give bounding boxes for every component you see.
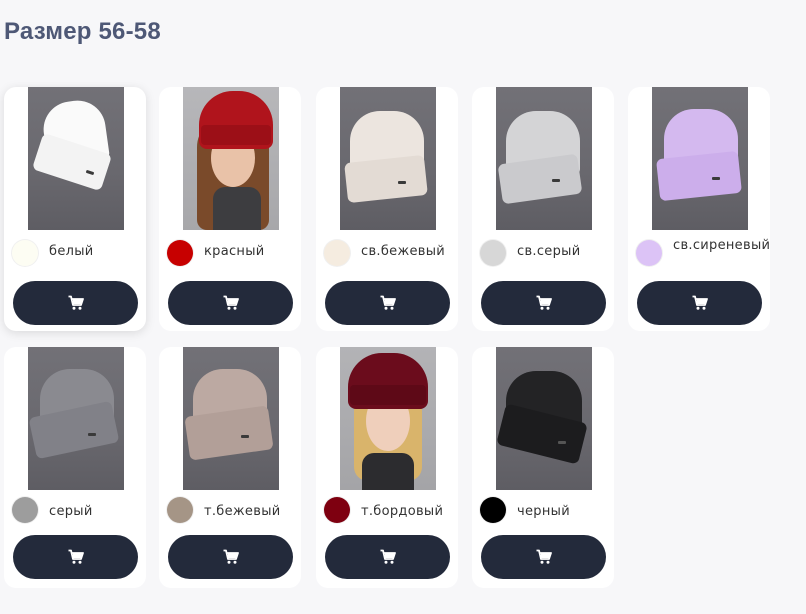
page-title: Размер 56-58 <box>4 18 161 45</box>
shopping-cart-icon <box>68 549 84 564</box>
product-photo[interactable] <box>183 87 279 230</box>
add-to-cart-button[interactable] <box>325 535 450 579</box>
product-card[interactable]: св.сиреневый <box>628 87 770 331</box>
color-swatch[interactable] <box>480 497 506 523</box>
shopping-cart-icon <box>223 295 239 310</box>
color-name: серый <box>49 504 93 519</box>
add-to-cart-button[interactable] <box>481 281 606 325</box>
shopping-cart-icon <box>380 549 396 564</box>
color-swatch[interactable] <box>324 240 350 266</box>
color-swatch[interactable] <box>167 497 193 523</box>
product-card[interactable]: красный <box>159 87 301 331</box>
shopping-cart-icon <box>536 295 552 310</box>
color-swatch[interactable] <box>12 240 38 266</box>
add-to-cart-button[interactable] <box>13 535 138 579</box>
product-card[interactable]: серый <box>4 347 146 588</box>
shopping-cart-icon <box>223 549 239 564</box>
color-name: черный <box>517 504 570 519</box>
color-name: т.бежевый <box>204 504 281 519</box>
color-swatch[interactable] <box>480 240 506 266</box>
shopping-cart-icon <box>692 295 708 310</box>
color-name: красный <box>204 244 265 259</box>
product-photo[interactable] <box>496 87 592 230</box>
color-name: т.бордовый <box>361 504 444 519</box>
color-name: св.бежевый <box>361 244 446 259</box>
product-photo[interactable] <box>340 87 436 230</box>
product-card[interactable]: т.бордовый <box>316 347 458 588</box>
product-photo[interactable] <box>340 347 436 490</box>
product-card[interactable]: св.серый <box>472 87 614 331</box>
color-swatch[interactable] <box>636 240 662 266</box>
color-name: белый <box>49 244 94 259</box>
shopping-cart-icon <box>536 549 552 564</box>
product-photo[interactable] <box>28 347 124 490</box>
product-card[interactable]: св.бежевый <box>316 87 458 331</box>
add-to-cart-button[interactable] <box>168 281 293 325</box>
color-swatch[interactable] <box>324 497 350 523</box>
product-card[interactable]: белый <box>4 87 146 331</box>
product-photo[interactable] <box>652 87 748 230</box>
product-card[interactable]: т.бежевый <box>159 347 301 588</box>
add-to-cart-button[interactable] <box>168 535 293 579</box>
add-to-cart-button[interactable] <box>637 281 762 325</box>
color-name: св.сиреневый <box>673 238 771 253</box>
color-swatch[interactable] <box>12 497 38 523</box>
product-photo[interactable] <box>183 347 279 490</box>
shopping-cart-icon <box>68 295 84 310</box>
shopping-cart-icon <box>380 295 396 310</box>
color-name: св.серый <box>517 244 581 259</box>
product-card[interactable]: черный <box>472 347 614 588</box>
product-photo[interactable] <box>28 87 124 230</box>
color-swatch[interactable] <box>167 240 193 266</box>
add-to-cart-button[interactable] <box>325 281 450 325</box>
add-to-cart-button[interactable] <box>13 281 138 325</box>
add-to-cart-button[interactable] <box>481 535 606 579</box>
product-photo[interactable] <box>496 347 592 490</box>
